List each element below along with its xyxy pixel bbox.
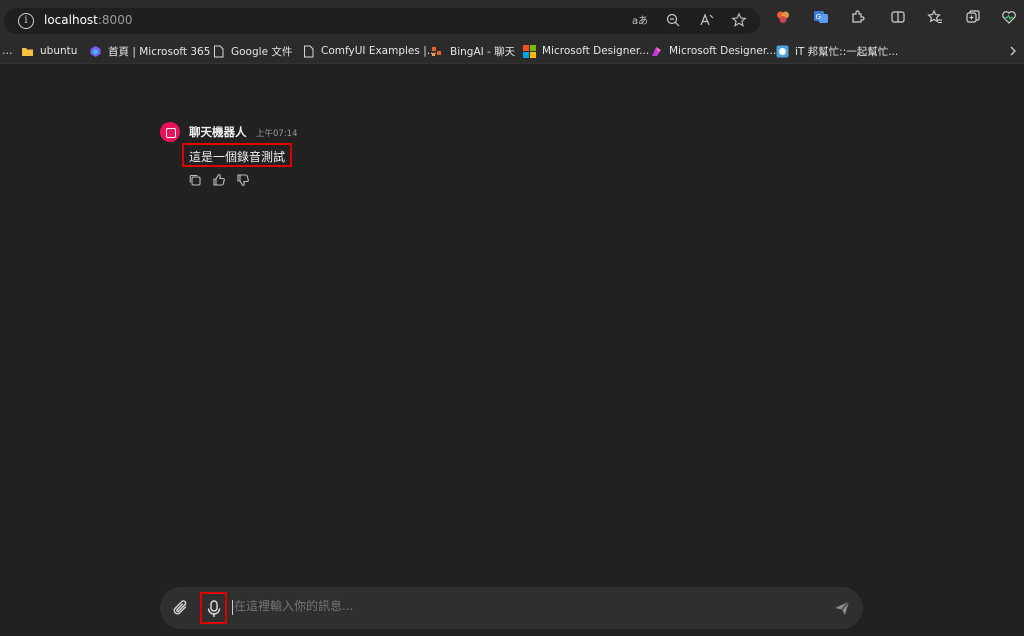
bingai-icon bbox=[431, 45, 444, 58]
designer-icon bbox=[650, 45, 663, 58]
microsoft365-icon bbox=[89, 45, 102, 58]
browser-essentials-icon[interactable] bbox=[1000, 9, 1018, 27]
message-sender: 聊天機器人 bbox=[189, 125, 247, 139]
bookmark-google-docs[interactable]: Google 文件 bbox=[212, 43, 292, 59]
document-icon bbox=[212, 45, 225, 58]
immersive-reader-icon[interactable] bbox=[698, 12, 716, 30]
bookmark-ubuntu[interactable]: ubuntu bbox=[21, 43, 77, 59]
extensions-icon[interactable] bbox=[848, 9, 866, 27]
bookmark-bingai[interactable]: BingAI - 聊天 bbox=[431, 43, 515, 59]
address-url[interactable]: localhost:8000 bbox=[44, 13, 132, 27]
site-info-icon[interactable]: i bbox=[18, 13, 34, 29]
microsoft-logo-icon bbox=[523, 44, 536, 58]
bookmark-label: Microsoft Designer... bbox=[669, 45, 777, 57]
bookmark-ithome[interactable]: iT 邦幫忙::一起幫忙... bbox=[776, 43, 898, 59]
attach-icon[interactable] bbox=[170, 597, 192, 619]
bookmark-label: ComfyUI Examples |... bbox=[321, 45, 437, 57]
text-cursor bbox=[232, 600, 233, 615]
bookmark-label: iT 邦幫忙::一起幫忙... bbox=[795, 45, 899, 58]
bookmark-label: BingAI - 聊天 bbox=[450, 45, 516, 58]
zoom-out-icon[interactable] bbox=[664, 12, 682, 30]
favorites-icon[interactable] bbox=[926, 9, 944, 27]
bot-avatar bbox=[160, 122, 180, 142]
address-bar[interactable]: i localhost:8000 aあ bbox=[4, 8, 760, 34]
bookmark-comfyui[interactable]: ComfyUI Examples |... bbox=[302, 43, 437, 59]
bookmark-microsoft-designer-1[interactable]: Microsoft Designer... bbox=[523, 43, 649, 59]
bookmarks-overflow-chevron-icon[interactable] bbox=[1008, 43, 1018, 59]
ithome-icon bbox=[776, 45, 789, 58]
address-bar-row: i localhost:8000 aあ bbox=[0, 6, 1024, 36]
address-host: localhost bbox=[44, 13, 98, 27]
message-time: 上午07:14 bbox=[256, 129, 298, 139]
microphone-button[interactable] bbox=[200, 592, 227, 624]
microphone-icon bbox=[206, 600, 222, 618]
svg-text:G: G bbox=[816, 13, 821, 21]
bookmark-label: ubuntu bbox=[40, 45, 78, 57]
bookmarks-bar: … ubuntu 首頁 | Microsoft 365 Google 文件 Co… bbox=[0, 36, 1024, 64]
send-icon[interactable] bbox=[833, 599, 851, 617]
bookmark-microsoft365[interactable]: 首頁 | Microsoft 365 bbox=[89, 43, 210, 59]
document-icon bbox=[302, 45, 315, 58]
folder-icon bbox=[21, 45, 34, 58]
translate-icon[interactable]: G bbox=[812, 9, 830, 27]
address-port: :8000 bbox=[97, 13, 133, 27]
copilot-icon[interactable] bbox=[774, 9, 792, 27]
bookmark-label: Microsoft Designer... bbox=[542, 45, 650, 57]
bookmarks-overflow-left[interactable]: … bbox=[2, 43, 13, 59]
read-aloud-icon[interactable]: aあ bbox=[630, 12, 648, 30]
message-text: 這是一個錄音測試 bbox=[182, 143, 292, 167]
svg-text:aあ: aあ bbox=[632, 15, 647, 27]
copy-icon[interactable] bbox=[188, 172, 202, 186]
message-input[interactable] bbox=[234, 599, 814, 613]
thumbs-up-icon[interactable] bbox=[212, 172, 226, 186]
split-screen-icon[interactable] bbox=[889, 9, 907, 27]
favorite-star-icon[interactable] bbox=[730, 12, 748, 30]
collections-icon[interactable] bbox=[964, 9, 982, 27]
bookmark-label: 首頁 | Microsoft 365 bbox=[108, 45, 211, 58]
thumbs-down-icon[interactable] bbox=[236, 172, 250, 186]
bookmark-label: Google 文件 bbox=[231, 45, 293, 58]
message-composer bbox=[160, 587, 863, 629]
bookmark-microsoft-designer-2[interactable]: Microsoft Designer... bbox=[650, 43, 776, 59]
